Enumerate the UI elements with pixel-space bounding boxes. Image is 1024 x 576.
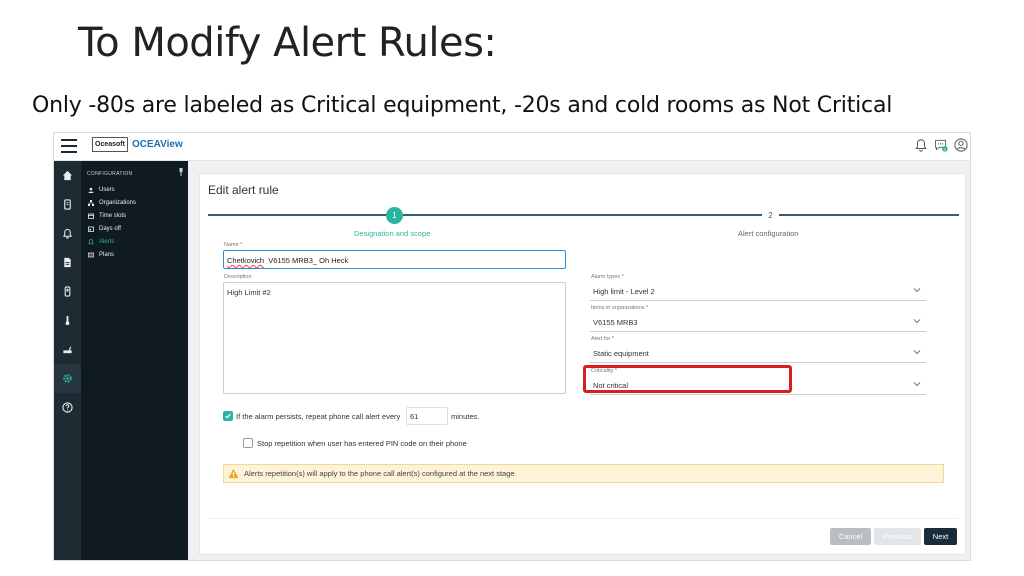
alert-for-select[interactable]: Static equipment xyxy=(590,344,926,363)
stop-repetition-text: Stop repetition when user has entered PI… xyxy=(257,439,467,448)
chat-icon[interactable]: 1 xyxy=(934,138,948,152)
sensor-icon xyxy=(64,199,71,210)
cancel-button[interactable]: Cancel xyxy=(830,528,871,545)
warning-bar: Alerts repetition(s) will apply to the p… xyxy=(223,464,944,483)
device-icon xyxy=(64,286,71,297)
nav-help[interactable] xyxy=(54,393,81,422)
criticality-highlight xyxy=(583,365,792,393)
configuration-panel: CONFIGURATION Users Organizations Time s… xyxy=(81,161,188,560)
settings-icon xyxy=(63,374,72,383)
report-icon xyxy=(64,257,71,268)
card-title: Edit alert rule xyxy=(208,183,279,197)
minutes-label: minutes. xyxy=(451,412,480,421)
config-item-users[interactable]: Users xyxy=(81,183,188,196)
bell-icon xyxy=(88,238,94,244)
calendar-off-icon xyxy=(88,226,94,232)
edit-alert-card: Edit alert rule 1 2 Designation and scop… xyxy=(199,173,966,555)
config-item-label: Days off xyxy=(99,225,121,232)
config-item-organizations[interactable]: Organizations xyxy=(81,196,188,209)
description-value: High Limit #2 xyxy=(227,288,271,297)
chevron-down-icon xyxy=(913,319,921,324)
menu-icon[interactable] xyxy=(61,139,77,153)
warning-text: Alerts repetition(s) will apply to the p… xyxy=(244,469,515,478)
thermometer-icon xyxy=(65,315,70,326)
config-item-alerts[interactable]: Alerts xyxy=(81,235,188,248)
config-item-days-off[interactable]: Days off xyxy=(81,222,188,235)
brand-name: OCEAView xyxy=(131,139,183,150)
config-item-label: Alerts xyxy=(99,238,115,245)
plan-icon xyxy=(88,252,94,257)
repeat-alert-text: If the alarm persists, repeat phone call… xyxy=(236,412,401,421)
step-1-circle[interactable]: 1 xyxy=(386,207,403,224)
chevron-down-icon xyxy=(913,382,921,387)
stepper-line xyxy=(779,214,959,216)
config-item-label: Users xyxy=(99,186,115,193)
top-icons: 1 xyxy=(914,138,968,152)
items-value: V6155 MRB3 xyxy=(593,318,638,327)
divider xyxy=(208,518,959,519)
alert-for-value: Static equipment xyxy=(593,349,649,358)
user-icon[interactable] xyxy=(954,138,968,152)
nav-temperature[interactable] xyxy=(54,306,81,335)
repeat-minutes-input[interactable]: 61 xyxy=(406,407,448,425)
bell-icon xyxy=(62,228,73,239)
home-icon xyxy=(62,170,73,181)
step-2-label[interactable]: Alert configuration xyxy=(738,229,798,238)
stepper-line xyxy=(403,214,762,216)
brand-box: Oceasoft xyxy=(92,137,128,152)
nav-devices[interactable] xyxy=(54,277,81,306)
alert-for-label: Alert for * xyxy=(591,336,614,342)
slide-title: To Modify Alert Rules: xyxy=(78,20,497,66)
next-button[interactable]: Next xyxy=(924,528,957,545)
nav-alerts[interactable] xyxy=(54,219,81,248)
name-value-prefix: Chetkovich xyxy=(227,256,265,265)
alarm-types-select[interactable]: High limit - Level 2 xyxy=(590,282,926,301)
app-screenshot: Oceasoft OCEAView 1 CONFIGURATION Users xyxy=(53,132,971,561)
config-item-time-slots[interactable]: Time slots xyxy=(81,209,188,222)
repeat-alert-checkbox[interactable] xyxy=(223,411,233,421)
warning-icon xyxy=(228,468,239,479)
nav-settings[interactable] xyxy=(54,364,81,393)
previous-button[interactable]: Previous xyxy=(874,528,921,545)
nav-network[interactable] xyxy=(54,335,81,364)
items-select[interactable]: V6155 MRB3 xyxy=(590,313,926,332)
config-item-label: Plans xyxy=(99,251,115,258)
name-input[interactable]: Chetkovich V6155 MRB3_ Oh Heck xyxy=(223,250,566,269)
nav-sensors[interactable] xyxy=(54,190,81,219)
chevron-down-icon xyxy=(913,350,921,355)
nav-rail xyxy=(54,161,81,560)
notification-badge: 1 xyxy=(944,146,946,151)
slide-subtitle: Only -80s are labeled as Critical equipm… xyxy=(32,93,893,118)
pin-icon[interactable] xyxy=(178,168,184,176)
org-icon xyxy=(88,199,94,206)
alarm-types-label: Alarm types * xyxy=(591,274,624,280)
bell-icon[interactable] xyxy=(914,138,928,152)
network-icon xyxy=(63,346,72,354)
description-field[interactable]: High Limit #2 xyxy=(223,282,566,394)
description-label: Description xyxy=(224,274,252,280)
stop-repetition-checkbox[interactable] xyxy=(243,438,253,448)
user-icon xyxy=(88,187,94,193)
help-icon xyxy=(62,402,73,413)
alarm-types-value: High limit - Level 2 xyxy=(593,287,655,296)
nav-home[interactable] xyxy=(54,161,81,190)
brand-logo[interactable]: Oceasoft OCEAView xyxy=(92,137,183,152)
name-value-rest: V6155 MRB3_ Oh Heck xyxy=(264,256,349,265)
chevron-down-icon xyxy=(913,288,921,293)
step-1-label[interactable]: Designation and scope xyxy=(354,229,430,238)
name-label: Name * xyxy=(224,242,243,248)
check-icon xyxy=(225,413,231,419)
config-item-plans[interactable]: Plans xyxy=(81,248,188,261)
config-item-label: Time slots xyxy=(99,212,127,219)
nav-reports[interactable] xyxy=(54,248,81,277)
stepper-line xyxy=(208,214,388,216)
step-2-circle[interactable]: 2 xyxy=(762,207,779,224)
config-header-label: CONFIGURATION xyxy=(87,171,133,177)
top-bar: Oceasoft OCEAView 1 xyxy=(54,133,970,161)
items-label: Items in organizations * xyxy=(591,305,649,311)
config-item-label: Organizations xyxy=(99,199,137,206)
config-header: CONFIGURATION xyxy=(81,161,188,183)
calendar-icon xyxy=(88,213,94,219)
